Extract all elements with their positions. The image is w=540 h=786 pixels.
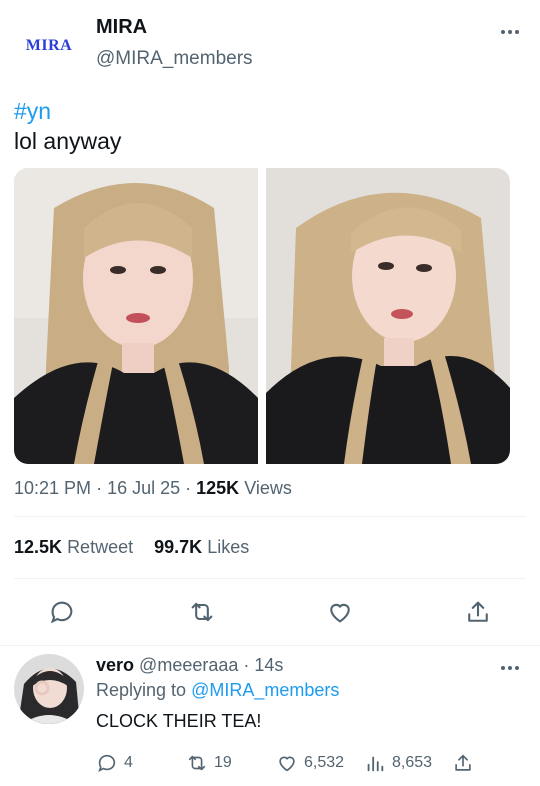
likes-count: 99.7K xyxy=(154,537,203,557)
reply-icon[interactable] xyxy=(48,598,76,626)
retweet-icon[interactable] xyxy=(188,598,216,626)
more-options-icon[interactable] xyxy=(498,22,522,42)
reply-icon xyxy=(98,754,116,772)
reply-display-name[interactable]: vero xyxy=(96,655,134,675)
views-label: Views xyxy=(244,478,292,498)
retweets-stat[interactable]: 12.5K Retweet xyxy=(14,537,133,557)
user-handle[interactable]: @MIRA_members xyxy=(96,48,253,70)
display-name[interactable]: MIRA xyxy=(96,16,147,39)
tweet-text: #yn lol anyway xyxy=(14,96,121,156)
replying-to-link[interactable]: @MIRA_members xyxy=(191,680,339,700)
reply-count: 4 xyxy=(124,754,133,771)
likes-stat[interactable]: 99.7K Likes xyxy=(154,537,249,557)
retweets-label: Retweet xyxy=(67,537,134,557)
separator-dot: · xyxy=(185,478,197,498)
likes-label: Likes xyxy=(207,537,250,557)
engagement-stats: 12.5K Retweet 99.7K Likes xyxy=(14,537,249,558)
replying-prefix: Replying to xyxy=(96,680,187,700)
tweet-photo-1[interactable] xyxy=(14,168,258,464)
view-count: 8,653 xyxy=(392,754,433,771)
reply-retweet-button[interactable]: 19 xyxy=(186,751,232,775)
views-count: 125K xyxy=(196,478,240,498)
views-icon xyxy=(367,756,384,772)
divider xyxy=(14,516,526,517)
avatar[interactable] xyxy=(14,654,84,724)
reply-text: CLOCK THEIR TEA! xyxy=(96,711,262,731)
separator-dot: · xyxy=(96,478,108,498)
tweet-time: 10:21 PM xyxy=(14,478,92,498)
separator-dot: · xyxy=(243,655,250,675)
retweets-count: 12.5K xyxy=(14,537,63,557)
reply-share-button[interactable] xyxy=(452,751,480,775)
account-logo[interactable]: MIRA xyxy=(18,28,80,64)
share-icon[interactable] xyxy=(464,598,492,626)
like-count: 6,532 xyxy=(304,754,345,771)
tweet-body: lol anyway xyxy=(14,128,122,154)
divider xyxy=(0,645,540,646)
reply-time: 14s xyxy=(254,655,284,675)
reply-reply-button[interactable]: 4 xyxy=(96,751,133,775)
tweet-date: 16 Jul 25 xyxy=(107,478,181,498)
hashtag-link[interactable]: #yn xyxy=(14,96,121,126)
reply-like-button[interactable]: 6,532 xyxy=(276,751,344,775)
share-icon xyxy=(455,754,471,771)
reply-header: vero @meeeraaa · 14s xyxy=(96,655,283,676)
retweet-icon xyxy=(188,755,206,771)
divider xyxy=(14,578,526,579)
reply-handle[interactable]: @meeeraaa xyxy=(139,655,238,675)
tweet-photo-2[interactable] xyxy=(266,168,510,464)
tweet-meta: 10:21 PM · 16 Jul 25 · 125K Views xyxy=(14,478,292,499)
like-icon xyxy=(279,756,295,772)
replying-to: Replying to @MIRA_members xyxy=(96,680,339,701)
reply-views-button[interactable]: 8,653 xyxy=(364,751,432,775)
more-options-icon[interactable] xyxy=(498,660,522,676)
retweet-count: 19 xyxy=(214,754,232,771)
like-icon[interactable] xyxy=(326,598,354,626)
